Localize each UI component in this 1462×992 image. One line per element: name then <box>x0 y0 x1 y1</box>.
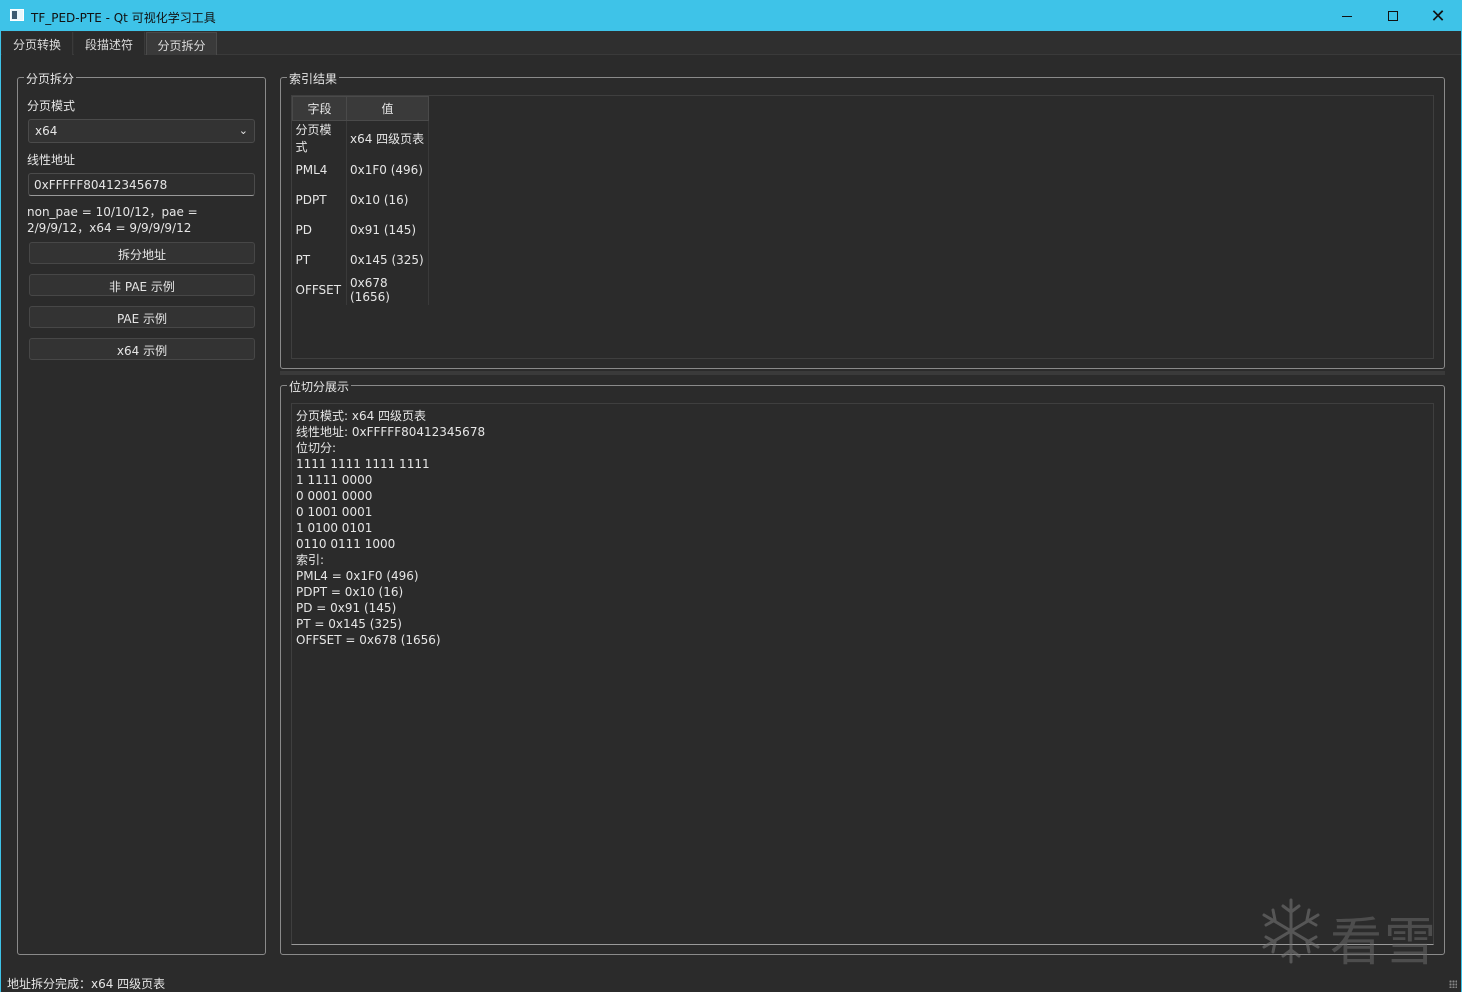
text-line: PT = 0x145 (325) <box>296 617 402 631</box>
tab-paging-convert[interactable]: 分页转换 <box>2 32 73 55</box>
text-line: 位切分: <box>296 441 337 455</box>
table-cell: PD <box>292 215 347 245</box>
app-window: TF_PED-PTE - Qt 可视化学习工具 ✕ 分页转换 段描述符 分页拆分… <box>0 0 1462 992</box>
text-line: 线性地址: 0xFFFFF80412345678 <box>296 425 486 439</box>
bit-split-text-area[interactable]: 分页模式: x64 四级页表 线性地址: 0xFFFFF80412345678 … <box>291 403 1434 945</box>
table-row[interactable]: PML4 0x1F0 (496) <box>292 155 429 185</box>
text-line: 0 0001 0000 <box>296 489 373 503</box>
table-cell: PML4 <box>292 155 347 185</box>
text-line: OFFSET = 0x678 (1656) <box>296 633 441 647</box>
table-cell: OFFSET <box>292 275 347 305</box>
table-row[interactable]: PT 0x145 (325) <box>292 245 429 275</box>
status-text: 地址拆分完成：x64 四级页表 <box>7 977 166 991</box>
watermark: 看雪 <box>1256 896 1446 973</box>
pae-example-button[interactable]: PAE 示例 <box>29 306 255 328</box>
text-line: 1 0100 0101 <box>296 521 373 535</box>
mode-label: 分页模式 <box>27 99 76 113</box>
column-header-value[interactable]: 值 <box>346 96 429 121</box>
table-row[interactable]: PD 0x91 (145) <box>292 215 429 245</box>
chevron-down-icon: ⌄ <box>238 124 248 137</box>
table-cell: PDPT <box>292 185 347 215</box>
minimize-icon <box>1342 15 1352 17</box>
table-cell: x64 四级页表 <box>346 120 429 155</box>
text-line: 1 1111 0000 <box>296 473 373 487</box>
group-title: 位切分展示 <box>287 378 352 395</box>
app-icon <box>10 9 24 21</box>
resize-grip-icon[interactable] <box>1449 980 1457 988</box>
text-line: 0 1001 0001 <box>296 505 373 519</box>
close-button[interactable]: ✕ <box>1415 1 1461 31</box>
text-line: 1111 1111 1111 1111 <box>296 457 430 471</box>
text-line: PD = 0x91 (145) <box>296 601 397 615</box>
maximize-button[interactable] <box>1370 1 1416 31</box>
table-cell: 0x10 (16) <box>346 185 429 215</box>
text-line: 0110 0111 1000 <box>296 537 396 551</box>
bit-split-group: 位切分展示 分页模式: x64 四级页表 线性地址: 0xFFFFF804123… <box>280 378 1445 955</box>
address-label: 线性地址 <box>27 153 76 167</box>
split-address-button[interactable]: 拆分地址 <box>29 242 255 264</box>
table-row[interactable]: PDPT 0x10 (16) <box>292 185 429 215</box>
table-cell: 0x678 (1656) <box>346 275 429 305</box>
text-line: 索引: <box>296 553 325 567</box>
window-title: TF_PED-PTE - Qt 可视化学习工具 <box>31 11 216 25</box>
text-line: PDPT = 0x10 (16) <box>296 585 404 599</box>
minimize-button[interactable] <box>1324 1 1370 31</box>
index-table-view[interactable]: 字段 值 分页模式 x64 四级页表 PML4 0x1F0 (496) PDPT <box>291 95 1434 359</box>
snowflake-icon <box>1262 898 1320 964</box>
table-cell: 0x91 (145) <box>346 215 429 245</box>
splitter-handle[interactable] <box>280 371 1445 375</box>
watermark-logo-text: 看雪 <box>1330 913 1439 973</box>
mode-select[interactable]: x64 ⌄ <box>28 119 255 143</box>
linear-address-input[interactable]: 0xFFFFF80412345678 <box>28 173 255 196</box>
table-cell: 0x1F0 (496) <box>346 155 429 185</box>
index-table: 字段 值 分页模式 x64 四级页表 PML4 0x1F0 (496) PDPT <box>292 96 429 305</box>
table-cell: PT <box>292 245 347 275</box>
table-row[interactable]: 分页模式 x64 四级页表 <box>292 120 429 155</box>
group-title: 索引结果 <box>287 70 340 87</box>
table-cell: 0x145 (325) <box>346 245 429 275</box>
tab-bar: 分页转换 段描述符 分页拆分 <box>1 31 1461 55</box>
tab-segment-descriptor[interactable]: 段描述符 <box>74 32 145 55</box>
format-hint: non_pae = 10/10/12，pae = 2/9/9/12，x64 = … <box>27 205 198 235</box>
x64-example-button[interactable]: x64 示例 <box>29 338 255 360</box>
table-cell: 分页模式 <box>292 120 347 155</box>
tab-paging-split[interactable]: 分页拆分 <box>146 32 217 55</box>
status-bar: 地址拆分完成：x64 四级页表 <box>1 972 1461 992</box>
mode-select-value: x64 <box>35 124 58 138</box>
maximize-icon <box>1388 11 1398 21</box>
index-result-group: 索引结果 字段 值 分页模式 x64 四级页表 PML4 0x1F0 (496)… <box>280 70 1445 369</box>
close-icon: ✕ <box>1430 5 1446 27</box>
table-row[interactable]: OFFSET 0x678 (1656) <box>292 275 429 305</box>
column-header-field[interactable]: 字段 <box>292 96 347 121</box>
text-line: PML4 = 0x1F0 (496) <box>296 569 419 583</box>
group-title: 分页拆分 <box>24 70 77 87</box>
paging-split-group: 分页拆分 分页模式 x64 ⌄ 线性地址 0xFFFFF80412345678 … <box>17 70 266 955</box>
non-pae-example-button[interactable]: 非 PAE 示例 <box>29 274 255 296</box>
text-line: 分页模式: x64 四级页表 <box>296 409 427 423</box>
title-bar[interactable]: TF_PED-PTE - Qt 可视化学习工具 ✕ <box>1 1 1461 31</box>
